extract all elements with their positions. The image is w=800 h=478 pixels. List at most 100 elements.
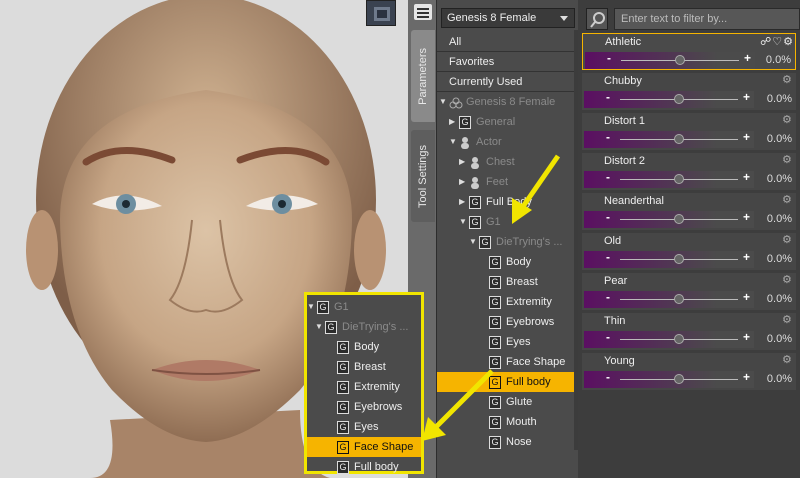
gear-icon[interactable]: ⚙ (782, 154, 794, 166)
gear-icon[interactable]: ⚙ (782, 114, 794, 126)
tree-item-dietrying[interactable]: ▼ G DieTrying's ... (437, 232, 575, 252)
parameter-row[interactable]: Distort 1 ⚙ - +0.0% (582, 113, 796, 150)
parameter-value[interactable]: 0.0% (766, 54, 791, 66)
expand-right-icon[interactable]: ▶ (459, 152, 469, 172)
expand-right-icon[interactable]: ▶ (459, 192, 469, 212)
tree-item-g1[interactable]: ▼ G G1 (437, 212, 575, 232)
expand-down-icon[interactable]: ▼ (439, 92, 449, 112)
tree-item-chest[interactable]: ▶ Chest (437, 152, 575, 172)
tree-item-eyes[interactable]: G Eyes (437, 332, 575, 352)
parameter-slider[interactable]: - + (584, 290, 754, 308)
expand-down-icon[interactable]: ▼ (469, 232, 479, 252)
increment-icon[interactable]: + (743, 90, 750, 104)
decrement-icon[interactable]: - (607, 51, 611, 65)
parameter-slider[interactable]: - + (584, 330, 754, 348)
tab-parameters[interactable]: Parameters (411, 30, 435, 122)
gear-icon[interactable]: ⚙ (782, 194, 794, 206)
parameter-value[interactable]: 0.0% (767, 373, 792, 385)
tree-item-body[interactable]: G Body (437, 252, 575, 272)
filter-input[interactable] (614, 8, 800, 30)
parameter-row[interactable]: Thin ⚙ - +0.0% (582, 313, 796, 350)
parameter-slider[interactable]: - + (584, 130, 754, 148)
tree-item-general[interactable]: ▶ G General (437, 112, 575, 132)
expand-right-icon[interactable]: ▶ (449, 112, 459, 132)
parameter-row[interactable]: Pear ⚙ - +0.0% (582, 273, 796, 310)
pane-menu-icon[interactable] (414, 4, 432, 20)
decrement-icon[interactable]: - (606, 210, 610, 224)
tree-item-favorites[interactable]: Favorites (437, 52, 575, 72)
slider-knob[interactable] (674, 334, 684, 344)
parameter-value[interactable]: 0.0% (767, 253, 792, 265)
parameter-row[interactable]: Old ⚙ - +0.0% (582, 233, 796, 270)
expand-down-icon[interactable]: ▼ (449, 132, 459, 152)
camera-control-button[interactable] (366, 0, 396, 26)
tree-item-full-body-group[interactable]: ▶ G Full Body (437, 192, 575, 212)
gear-icon[interactable]: ⚙ (782, 354, 794, 366)
gear-icon[interactable]: ⚙ (782, 314, 794, 326)
parameter-value[interactable]: 0.0% (767, 133, 792, 145)
tree-item-label: DieTrying's ... (496, 236, 563, 248)
tree-item-feet[interactable]: ▶ Feet (437, 172, 575, 192)
increment-icon[interactable]: + (744, 51, 751, 65)
parameter-row[interactable]: Distort 2 ⚙ - +0.0% (582, 153, 796, 190)
tree-item-mouth[interactable]: G Mouth (437, 412, 575, 432)
slider-knob[interactable] (675, 55, 685, 65)
expand-down-icon[interactable]: ▼ (459, 212, 469, 232)
gear-icon[interactable]: ⚙ (782, 74, 794, 86)
parameter-slider[interactable]: - + (585, 51, 755, 69)
parameter-tools-icons[interactable]: ☍♡⚙ (760, 35, 794, 48)
decrement-icon[interactable]: - (606, 290, 610, 304)
tree-item-eyebrows[interactable]: G Eyebrows (437, 312, 575, 332)
parameter-value[interactable]: 0.0% (767, 293, 792, 305)
tree-item-face-shape[interactable]: G Face Shape (437, 352, 575, 372)
tree-item-currently-used[interactable]: Currently Used (437, 72, 575, 92)
slider-knob[interactable] (674, 94, 684, 104)
tree-item-extremity[interactable]: G Extremity (437, 292, 575, 312)
gear-icon[interactable]: ⚙ (782, 234, 794, 246)
increment-icon[interactable]: + (743, 330, 750, 344)
figure-select[interactable]: Genesis 8 Female (441, 8, 575, 28)
parameter-row[interactable]: Athletic ☍♡⚙ - +0.0% (582, 33, 796, 70)
decrement-icon[interactable]: - (606, 130, 610, 144)
parameter-slider[interactable]: - + (584, 250, 754, 268)
parameter-row[interactable]: Neanderthal ⚙ - +0.0% (582, 193, 796, 230)
slider-knob[interactable] (674, 134, 684, 144)
increment-icon[interactable]: + (743, 370, 750, 384)
decrement-icon[interactable]: - (606, 370, 610, 384)
search-icon[interactable] (586, 8, 608, 30)
gear-icon[interactable]: ⚙ (782, 274, 794, 286)
slider-knob[interactable] (674, 174, 684, 184)
decrement-icon[interactable]: - (606, 250, 610, 264)
slider-knob[interactable] (674, 254, 684, 264)
parameter-value[interactable]: 0.0% (767, 213, 792, 225)
increment-icon[interactable]: + (743, 250, 750, 264)
increment-icon[interactable]: + (743, 170, 750, 184)
tree-item-nose[interactable]: G Nose (437, 432, 575, 452)
parameter-slider[interactable]: - + (584, 370, 754, 388)
parameter-slider[interactable]: - + (584, 210, 754, 228)
parameter-value[interactable]: 0.0% (767, 333, 792, 345)
tab-tool-settings[interactable]: Tool Settings (411, 130, 435, 222)
slider-knob[interactable] (674, 214, 684, 224)
decrement-icon[interactable]: - (606, 170, 610, 184)
parameter-value[interactable]: 0.0% (767, 173, 792, 185)
slider-knob[interactable] (674, 374, 684, 384)
parameter-row[interactable]: Young ⚙ - +0.0% (582, 353, 796, 390)
tree-item-breast[interactable]: G Breast (437, 272, 575, 292)
decrement-icon[interactable]: - (606, 330, 610, 344)
parameter-slider[interactable]: - + (584, 90, 754, 108)
parameter-value[interactable]: 0.0% (767, 93, 792, 105)
parameter-slider[interactable]: - + (584, 170, 754, 188)
increment-icon[interactable]: + (743, 290, 750, 304)
parameter-row[interactable]: Chubby ⚙ - +0.0% (582, 73, 796, 110)
expand-right-icon[interactable]: ▶ (459, 172, 469, 192)
tree-item-genesis[interactable]: ▼ Genesis 8 Female (437, 92, 575, 112)
decrement-icon[interactable]: - (606, 90, 610, 104)
tree-item-glute[interactable]: G Glute (437, 392, 575, 412)
increment-icon[interactable]: + (743, 130, 750, 144)
tree-item-actor[interactable]: ▼ Actor (437, 132, 575, 152)
tree-item-all[interactable]: All (437, 32, 575, 52)
tree-item-full-body[interactable]: G Full body (437, 372, 575, 392)
slider-knob[interactable] (674, 294, 684, 304)
increment-icon[interactable]: + (743, 210, 750, 224)
